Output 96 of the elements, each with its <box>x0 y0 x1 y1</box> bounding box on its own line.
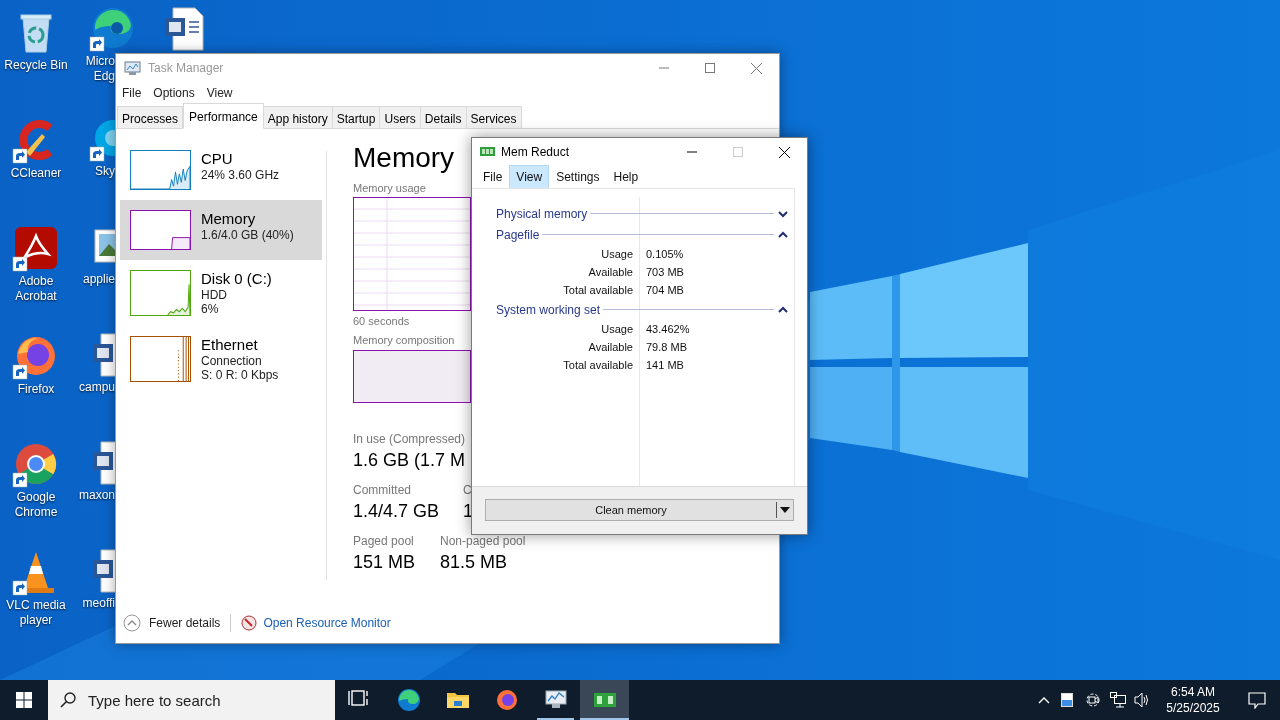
resource-item[interactable]: Memory 1.6/4.0 GB (40%) <box>120 200 322 260</box>
resource-detail: S: 0 R: 0 Kbps <box>201 368 279 382</box>
taskbar-button[interactable] <box>580 680 629 720</box>
search-field[interactable]: Type here to search <box>48 680 335 720</box>
chevron-down-icon[interactable] <box>778 209 788 218</box>
stat-value: 1.6 GB (1.7 M <box>353 449 466 472</box>
stat-label: Available <box>587 339 634 355</box>
notification-icon[interactable] <box>1248 691 1266 709</box>
icon-label: Recycle Bin <box>4 58 68 73</box>
speaker-icon[interactable] <box>1134 692 1150 708</box>
chevron-up-icon[interactable] <box>778 305 788 314</box>
stat-label: Usage <box>600 321 634 337</box>
tab[interactable]: Startup <box>331 106 381 128</box>
icon-label: Micro Edg <box>85 54 115 84</box>
resource-detail: 24% 3.60 GHz <box>201 168 280 182</box>
clean-memory-button[interactable]: Clean memory <box>485 499 794 521</box>
graph-label: Memory usage <box>353 182 426 194</box>
resource-item[interactable]: Ethernet Connection S: 0 R: 0 Kbps <box>120 326 322 392</box>
icon-label: Firefox <box>17 382 55 397</box>
fewer-details-label: Fewer details <box>149 614 221 632</box>
tab[interactable]: App history <box>262 106 333 128</box>
gauge-icon[interactable] <box>241 614 258 631</box>
stat-label: C <box>463 483 473 497</box>
stat-label: Total available <box>562 282 634 298</box>
camera-icon[interactable] <box>1086 693 1100 707</box>
resource-item[interactable]: CPU 24% 3.60 GHz <box>120 140 322 200</box>
menu-item[interactable]: File <box>117 83 147 102</box>
stat-value: 704 MB <box>645 282 685 298</box>
window-title: Task Manager <box>148 60 224 77</box>
resource-detail: Connection <box>201 354 263 368</box>
tab[interactable]: Services <box>465 106 522 128</box>
clock-date: 5/25/2025 <box>1166 700 1220 716</box>
menu-item[interactable]: Options <box>148 83 200 102</box>
stat-value: 703 MB <box>645 264 685 280</box>
stat-value: 43.462% <box>645 321 691 337</box>
icon-label: campu <box>78 380 115 395</box>
graph-label: Memory composition <box>353 334 455 346</box>
stat-value: 1.4/4.7 GB <box>353 500 441 523</box>
collapse-icon <box>123 613 141 632</box>
menu-item[interactable]: File <box>476 165 510 189</box>
stat-value: 151 MB <box>353 551 417 574</box>
icon-label: applie <box>82 272 115 287</box>
icon-label: Adobe Acrobat <box>15 274 57 304</box>
app-icon <box>124 60 142 76</box>
close-icon[interactable] <box>778 146 790 158</box>
stat-value: 1 <box>463 500 473 523</box>
resource-name: Disk 0 (C:) <box>201 270 272 288</box>
icon-label: meoffi <box>82 596 115 611</box>
stat-value: 79.8 MB <box>645 339 688 355</box>
resource-detail: 6% <box>201 302 220 316</box>
stat-label: Available <box>587 264 634 280</box>
resource-monitor-link[interactable]: Open Resource Monitor <box>263 613 391 632</box>
wave-browser-icon <box>396 688 421 712</box>
window-title: Mem Reduct <box>501 144 570 161</box>
section-heading: Memory <box>353 142 455 174</box>
stat-label: Non-paged pool <box>440 534 526 548</box>
stat-label: Total available <box>562 357 634 373</box>
stat-label: Committed <box>353 483 412 497</box>
stat-value: 81.5 MB <box>440 551 509 574</box>
resource-name: Memory <box>201 210 257 228</box>
menu-item[interactable]: Help <box>606 165 646 189</box>
menu-item[interactable]: Settings <box>549 165 607 189</box>
clock-time: 6:54 AM <box>1171 684 1215 700</box>
menu-item[interactable]: View <box>201 83 238 102</box>
maximize-icon[interactable] <box>705 63 715 73</box>
fox-browser-icon <box>494 688 519 712</box>
stat-label: Usage <box>600 246 634 262</box>
stat-label: Paged pool <box>353 534 415 548</box>
stat-value: 0.105% <box>645 246 685 262</box>
icon-label: Google Chrome <box>14 490 58 520</box>
icon-label: CCleaner <box>10 166 62 181</box>
resource-name: Ethernet <box>201 336 259 354</box>
stat-label: In use (Compressed) <box>353 432 466 446</box>
tab[interactable]: Users <box>379 106 421 128</box>
dropdown-icon[interactable] <box>780 507 790 513</box>
start-icon[interactable] <box>16 692 32 708</box>
search-icon <box>60 692 76 708</box>
graph-label: 60 seconds <box>353 315 410 327</box>
resource-item[interactable]: Disk 0 (C:) HDD 6% <box>120 260 322 326</box>
chevron-up-icon[interactable] <box>778 230 788 239</box>
stat-value: 141 MB <box>645 357 685 373</box>
icon-label: VLC media player <box>6 598 66 628</box>
resource-detail: 1.6/4.0 GB (40%) <box>201 228 294 242</box>
tab[interactable]: Details <box>419 106 467 128</box>
icon-label: maxon <box>78 488 115 503</box>
clock[interactable]: 6:54 AM 5/25/2025 <box>1154 684 1232 716</box>
pdf-app-icon[interactable] <box>12 224 60 272</box>
network-icon[interactable] <box>1110 692 1126 708</box>
tab[interactable]: Processes <box>117 106 184 128</box>
menu-item[interactable]: View <box>509 165 550 189</box>
resource-name: CPU <box>201 150 234 168</box>
resource-detail: HDD <box>201 288 228 302</box>
icon-label: Sky <box>95 164 115 179</box>
window-panel-icon[interactable] <box>1061 693 1073 707</box>
fewer-details-button[interactable]: Fewer details <box>123 613 221 632</box>
tab[interactable]: Performance <box>183 103 264 129</box>
